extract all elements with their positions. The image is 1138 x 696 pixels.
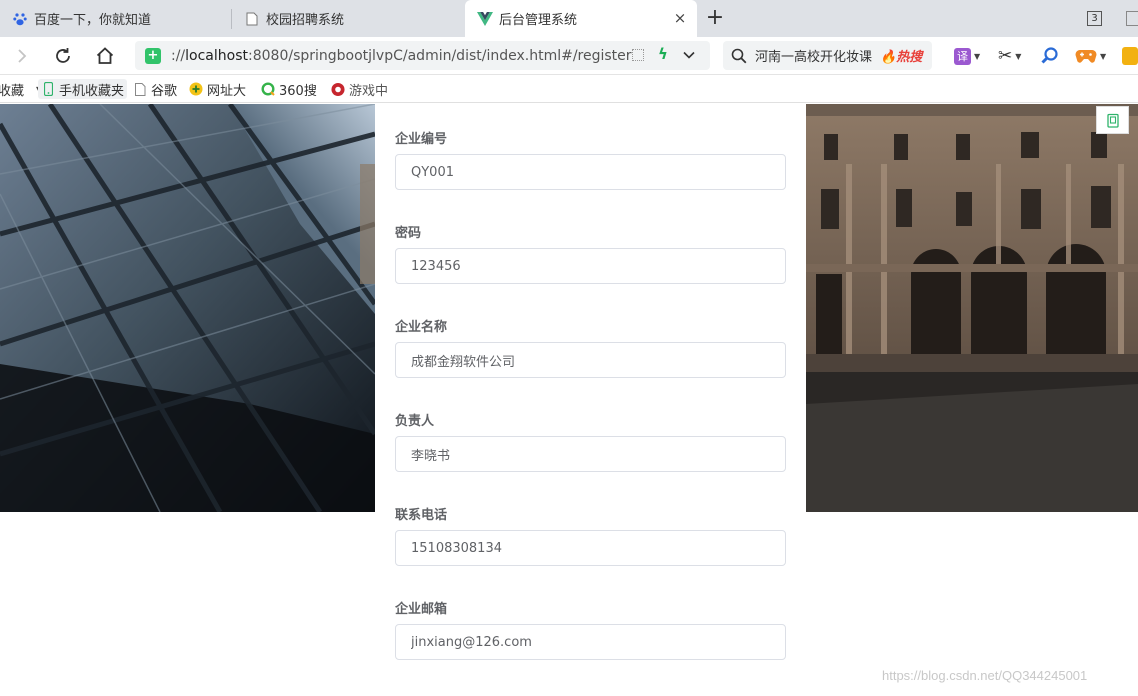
chevron-right-icon [18,49,27,63]
search-text: 河南一高校开化妆课 [755,50,873,65]
vue-logo-icon [477,11,493,27]
clipboard-icon [1106,113,1119,128]
register-page: 企业编号 密码 企业名称 负责人 联系电话 企业邮箱 [0,104,1138,696]
url-text[interactable]: ://localhost:8080/springbootjlvpC/admin/… [171,48,632,64]
home-button[interactable] [93,44,117,68]
label-company-email: 企业邮箱 [395,602,448,617]
bookmark-label: 手机收藏夹 [59,83,125,99]
screenshot-extension[interactable]: ✂ ▼ [998,46,1021,66]
tab-title: 校园招聘系统 [266,13,345,28]
360-search-icon [261,82,275,96]
search-box[interactable]: 河南一高校开化妆课 🔥热搜 [723,41,932,70]
company-name-input[interactable] [395,342,786,378]
bookmark-label: 游戏中 [349,83,389,99]
chevron-down-icon: ▼ [1015,51,1022,61]
qr-code-icon[interactable] [632,49,644,61]
tab-campus-recruitment[interactable]: 校园招聘系统 [244,0,462,37]
home-icon [96,47,114,64]
tab-title: 百度一下，你就知道 [34,13,152,28]
background-photo-palace [806,104,1138,512]
bookmark-game-center[interactable]: 游戏中 [331,79,388,99]
bookmark-360-search[interactable]: 360搜 [261,79,317,99]
url-host: localhost [185,47,248,64]
coin-icon [1122,47,1138,65]
tab-baidu[interactable]: 百度一下，你就知道 [12,0,230,37]
hot-search-label: 热搜 [896,50,923,65]
phone-input[interactable] [395,530,786,566]
search-icon [731,48,747,63]
reload-icon [56,48,70,63]
hot-search-badge[interactable]: 🔥热搜 [880,46,922,65]
globe-icon [189,82,203,96]
url-path: :8080/springbootjlvpC/admin/dist/index.h… [248,47,632,64]
flame-icon: 🔥 [880,50,897,65]
register-form: 企业编号 密码 企业名称 负责人 联系电话 企业邮箱 [375,104,806,696]
reload-button[interactable] [51,44,75,68]
contact-person-input[interactable] [395,436,786,472]
baidu-paw-icon [12,11,28,27]
label-phone: 联系电话 [395,508,448,523]
new-tab-button[interactable]: + [705,7,725,29]
bookmark-mobile-favorites[interactable]: 手机收藏夹 [38,79,128,99]
url-prefix: :// [171,47,186,64]
bookmarks-bar: 收藏 ▼ 手机收藏夹 谷歌 网址大 360搜 游戏中 [0,75,1138,103]
browser-tab-strip: 百度一下，你就知道 校园招聘系统 后台管理系统 × + 3 [0,0,1138,37]
browser-toolbar: + ://localhost:8080/springbootjlvpC/admi… [0,37,1138,75]
gamepad-icon [1075,50,1097,63]
bookmark-favorites[interactable]: 收藏 ▼ [0,79,42,99]
coin-extension[interactable] [1122,46,1138,66]
tab-admin-system[interactable]: 后台管理系统 × [465,0,697,37]
chevron-down-icon: ▼ [974,51,981,61]
phone-icon [41,82,55,96]
chevron-down-icon[interactable] [682,48,696,62]
security-shield-icon: + [145,47,161,64]
close-icon[interactable]: × [673,11,687,26]
game-extension[interactable]: ▼ [1075,46,1106,66]
magnifier-icon [1041,47,1058,64]
csdn-watermark: https://blog.csdn.net/QQ344245001 [882,668,1088,683]
bookmark-label: 360搜 [279,83,317,99]
label-password: 密码 [395,226,422,241]
bookmark-label: 谷歌 [151,83,178,99]
bookmark-label: 收藏 [0,83,25,99]
side-float-button[interactable] [1096,106,1129,134]
chevron-down-icon: ▼ [1100,51,1107,61]
page-icon [133,82,147,96]
search-extension[interactable] [1040,46,1060,66]
background-photo-pyramid [0,104,375,512]
page-icon [244,11,260,27]
label-company-id: 企业编号 [395,132,448,147]
tab-count-badge[interactable]: 3 [1087,11,1102,26]
translate-extension[interactable]: 译 ▼ [954,46,980,66]
company-id-input[interactable] [395,154,786,190]
scissors-icon: ✂ [998,46,1013,66]
tab-title: 后台管理系统 [499,13,578,28]
password-input[interactable] [395,248,786,284]
bookmark-url-directory[interactable]: 网址大 [189,79,246,99]
company-email-input[interactable] [395,624,786,660]
bookmark-google[interactable]: 谷歌 [133,79,177,99]
label-company-name: 企业名称 [395,320,448,335]
tab-divider [231,9,232,29]
game-icon [331,82,345,96]
label-contact-person: 负责人 [395,414,435,429]
bookmark-label: 网址大 [207,83,247,99]
address-bar[interactable]: + ://localhost:8080/springbootjlvpC/admi… [135,41,710,70]
speed-mode-icon[interactable]: ϟ [658,45,668,63]
window-restore-icon[interactable] [1126,11,1138,26]
forward-button[interactable] [10,44,34,68]
translate-icon: 译 [954,47,971,65]
